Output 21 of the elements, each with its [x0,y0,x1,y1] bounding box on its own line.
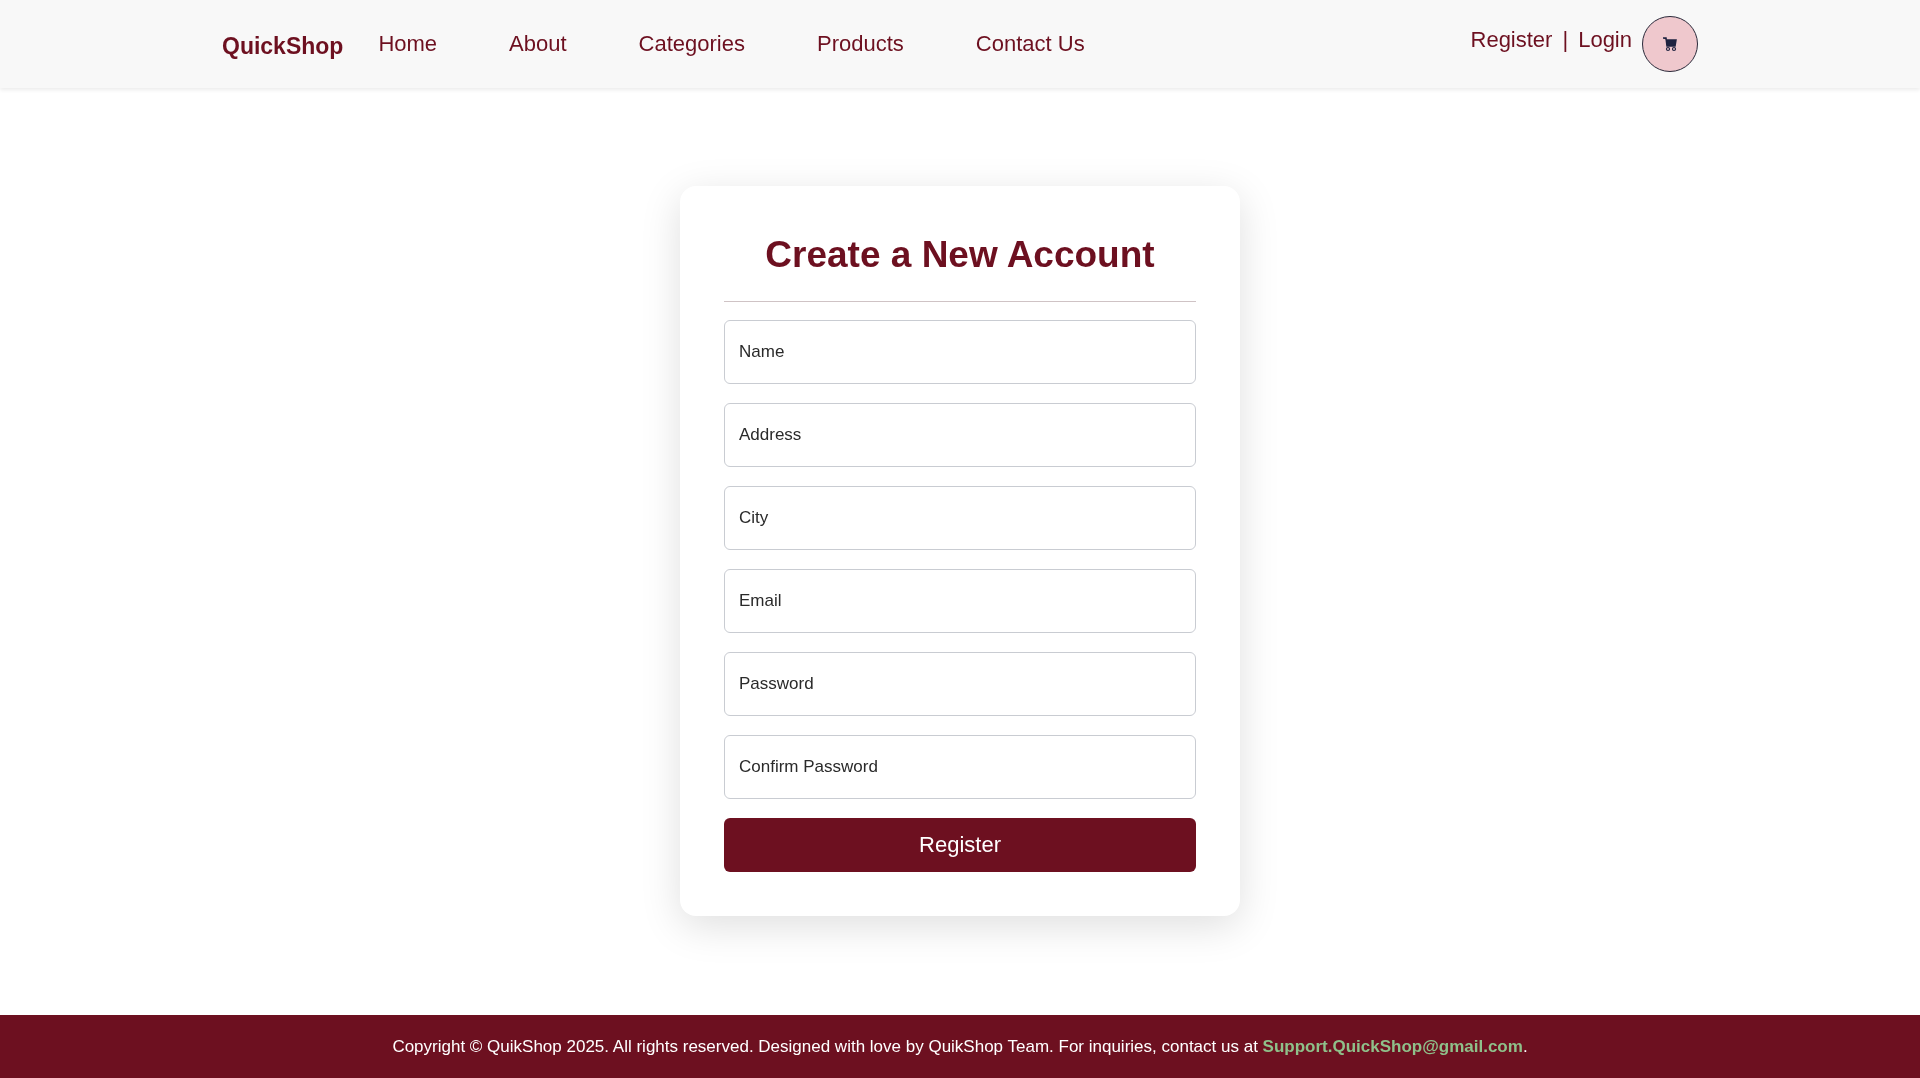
form-title: Create a New Account [764,234,1156,276]
register-link[interactable]: Register [1470,27,1553,53]
input-field[interactable]: Confirm Password [724,735,1196,799]
logo[interactable]: QuickShop [222,32,344,60]
nav-link[interactable]: Categories [638,31,755,57]
separator: | [1562,27,1569,53]
input-field[interactable]: Email [724,569,1196,633]
input-field[interactable]: City [724,486,1196,550]
register-button[interactable]: Register [724,818,1196,872]
nav-link[interactable]: About [509,31,577,57]
input-field[interactable]: Password [724,652,1196,716]
cart-button[interactable] [1642,16,1698,72]
email-link[interactable]: Support.QuickShop@gmail.com [1262,1036,1523,1056]
input-field[interactable]: Name [724,320,1196,384]
nav-link[interactable]: Home [378,31,448,57]
cart-icon [1662,36,1678,52]
copyright-text: Copyright © QuikShop 2025. All rights reserved. Designed with love by QuikShop Team. For inquiries, contact us at Support.QuickShop@gmail.com. [392,1036,1528,1057]
nav-link[interactable]: Products [817,31,914,57]
nav-link[interactable]: Contact Us [975,31,1095,57]
login-link[interactable]: Login [1578,27,1632,53]
input-field[interactable]: Address [724,403,1196,467]
